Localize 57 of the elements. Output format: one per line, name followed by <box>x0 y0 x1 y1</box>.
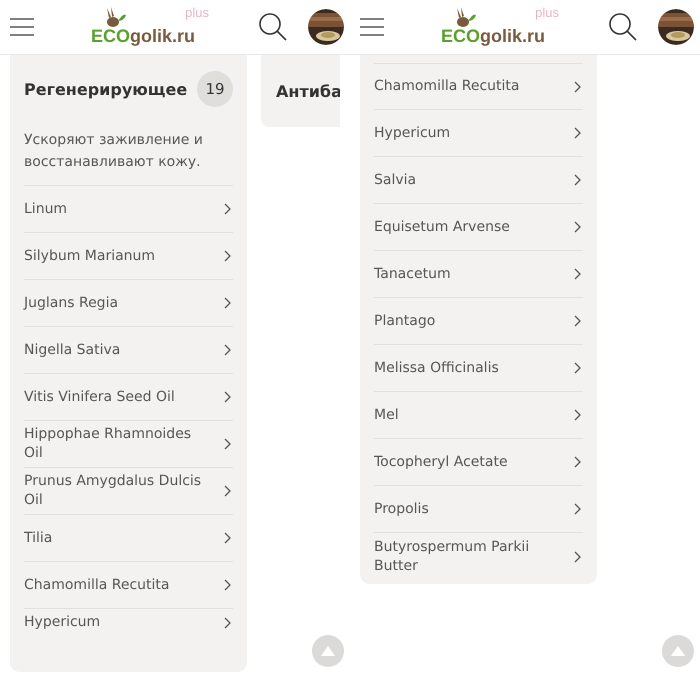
chevron-right-icon <box>224 438 231 450</box>
ingredient-item[interactable]: Salvia <box>374 157 583 204</box>
menu-icon[interactable] <box>9 17 35 37</box>
ingredient-item[interactable]: Chamomilla Recutita <box>374 63 583 110</box>
ingredient-item[interactable]: Juglans Regia <box>24 280 233 327</box>
ingredient-item[interactable]: Mel <box>374 392 583 439</box>
ingredient-item[interactable]: Propolis <box>374 486 583 533</box>
category-description: Ускоряют заживление и восстанавливают кожу. <box>24 129 233 186</box>
chevron-right-icon <box>574 550 581 562</box>
chevron-right-icon <box>574 362 581 374</box>
chevron-right-icon <box>224 391 231 403</box>
chevron-right-icon <box>574 221 581 233</box>
ingredient-item[interactable]: Tilia <box>24 515 233 562</box>
logo-plus: plus <box>535 5 559 20</box>
ingredient-item[interactable]: Equisetum Arvense <box>374 204 583 251</box>
chevron-right-icon <box>574 503 581 515</box>
chevron-right-icon <box>574 456 581 468</box>
chevron-right-icon <box>224 532 231 544</box>
chevron-right-icon <box>224 485 231 497</box>
chevron-right-icon <box>574 80 581 92</box>
logo-name: golik.ru <box>130 26 196 47</box>
logo-eco: ECO <box>441 26 480 47</box>
ingredient-item[interactable]: Hippophae Rhamnoides Oil <box>24 421 233 468</box>
search-icon[interactable] <box>608 12 638 42</box>
ingredient-item[interactable]: Hypericum <box>374 110 583 157</box>
ingredient-item[interactable]: Prunus Amygdalus Dulcis Oil <box>24 468 233 515</box>
ingredient-item[interactable]: Tanacetum <box>374 251 583 298</box>
ingredient-item[interactable]: Nigella Sativa <box>24 327 233 374</box>
logo-plus: plus <box>185 5 209 20</box>
chevron-right-icon <box>574 174 581 186</box>
chevron-right-icon <box>224 250 231 262</box>
chevron-right-icon <box>224 203 231 215</box>
ingredient-item[interactable]: Linum <box>24 186 233 233</box>
count-badge: 19 <box>197 71 233 107</box>
logo-name: golik.ru <box>480 26 546 47</box>
search-icon[interactable] <box>258 12 288 42</box>
chevron-right-icon <box>574 268 581 280</box>
chevron-right-icon <box>574 409 581 421</box>
ingredient-item[interactable]: Plantago <box>374 298 583 345</box>
ingredient-item[interactable]: Hypericum <box>24 609 233 672</box>
menu-icon[interactable] <box>359 17 385 37</box>
ingredient-item[interactable]: Vitis Vinifera Seed Oil <box>24 374 233 421</box>
ingredient-item[interactable]: Melissa Officinalis <box>374 345 583 392</box>
chevron-right-icon <box>224 579 231 591</box>
logo-eco: ECO <box>91 26 130 47</box>
chevron-right-icon <box>574 315 581 327</box>
chevron-right-icon <box>574 127 581 139</box>
ingredient-item[interactable]: Butyrospermum Parkii Butter <box>374 533 583 580</box>
chevron-right-icon <box>224 297 231 309</box>
chevron-right-icon <box>224 616 231 628</box>
arrow-up-icon <box>671 646 685 656</box>
ingredient-item[interactable]: Chamomilla Recutita <box>24 562 233 609</box>
category-title: Регенерирующее <box>24 80 188 98</box>
ingredient-item[interactable]: Silybum Marianum <box>24 233 233 280</box>
chevron-right-icon <box>224 344 231 356</box>
ingredient-item[interactable]: Tocopheryl Acetate <box>374 439 583 486</box>
arrow-up-icon <box>321 646 335 656</box>
